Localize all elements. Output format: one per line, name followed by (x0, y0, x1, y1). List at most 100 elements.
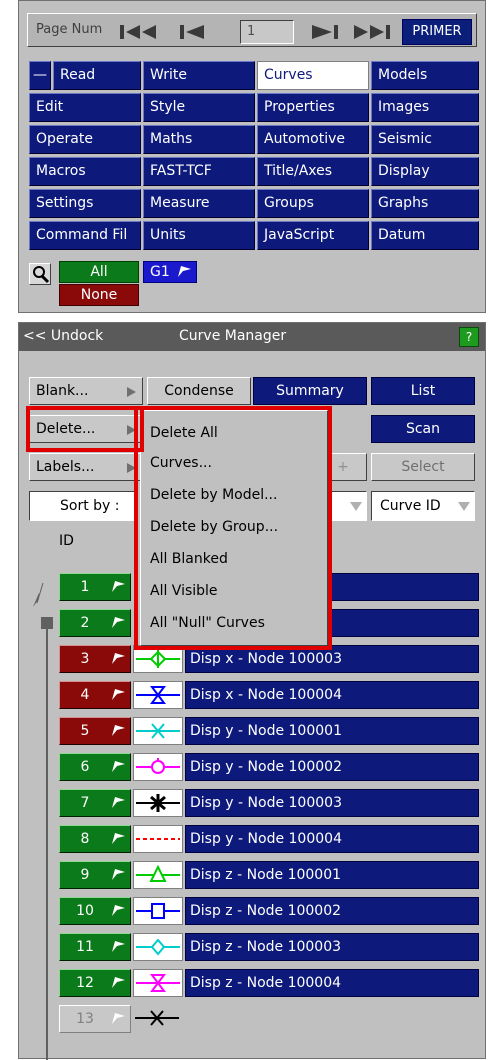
curve-name[interactable]: Disp z - Node 100001 (185, 861, 479, 889)
next-page-icon[interactable] (308, 23, 344, 41)
curve-id: 9 (80, 867, 90, 883)
curve-name[interactable]: Disp z - Node 100003 (185, 933, 479, 961)
curve-style-swatch[interactable] (133, 897, 183, 925)
flag-icon (112, 617, 125, 628)
group-g1-button[interactable]: G1 (143, 261, 197, 283)
first-page-icon[interactable] (118, 23, 164, 41)
curve-name[interactable]: Disp y - Node 100002 (185, 753, 479, 781)
curve-row[interactable]: 10 Disp z - Node 100002 (59, 897, 479, 925)
menu-javascript[interactable]: JavaScript (257, 221, 369, 250)
sort-by-label: Sort by : (29, 491, 137, 521)
menu-graphs[interactable]: Graphs (371, 189, 479, 218)
curve-name[interactable]: Disp y - Node 100001 (185, 717, 479, 745)
curve-id-button[interactable]: 10 (59, 897, 131, 925)
curve-name[interactable]: Disp z - Node 100004 (185, 969, 479, 997)
undock-button[interactable]: << Undock (23, 328, 103, 344)
curve-id-button[interactable]: 8 (59, 825, 131, 853)
curve-style-swatch[interactable] (133, 861, 183, 889)
flag-icon (112, 761, 125, 772)
menu-collapse-button[interactable]: — (29, 61, 51, 90)
curve-name[interactable]: Disp z - Node 100002 (185, 897, 479, 925)
curve-row[interactable]: 8 Disp y - Node 100004 (59, 825, 479, 853)
curve-style-swatch[interactable] (133, 753, 183, 781)
curve-id: 8 (80, 831, 90, 847)
curve-id-button[interactable]: 11 (59, 933, 131, 961)
curve-row[interactable]: 9 Disp z - Node 100001 (59, 861, 479, 889)
group-all-button[interactable]: All (59, 261, 139, 283)
curve-row[interactable]: 12 Disp z - Node 100004 (59, 969, 479, 997)
menu-edit[interactable]: Edit (29, 93, 141, 122)
condense-button[interactable]: Condense (147, 377, 251, 405)
search-icon[interactable] (29, 263, 51, 285)
curve-row[interactable]: 4 Disp x - Node 100004 (59, 681, 479, 709)
curve-id-button[interactable]: 4 (59, 681, 131, 709)
curve-style-swatch[interactable] (133, 825, 183, 853)
menu-macros[interactable]: Macros (29, 157, 141, 186)
curve-style-swatch[interactable] (133, 1005, 183, 1033)
curve-id-button[interactable]: 5 (59, 717, 131, 745)
menu-display[interactable]: Display (371, 157, 479, 186)
curve-style-swatch[interactable] (133, 933, 183, 961)
curve-style-swatch[interactable] (133, 789, 183, 817)
menu-read[interactable]: Read (53, 61, 141, 90)
curve-id-button[interactable]: 1 (59, 573, 131, 601)
curve-id-button[interactable]: 9 (59, 861, 131, 889)
menu-units[interactable]: Units (143, 221, 255, 250)
curve-style-swatch[interactable] (133, 681, 183, 709)
menu-write[interactable]: Write (143, 61, 255, 90)
curve-id: 7 (80, 795, 90, 811)
menu-curves[interactable]: Curves (257, 61, 369, 90)
group-none-button[interactable]: None (59, 284, 139, 306)
id-column-header: ID (59, 533, 74, 549)
list-button[interactable]: List (371, 377, 475, 405)
menu-datum[interactable]: Datum (371, 221, 479, 250)
previous-page-icon[interactable] (178, 23, 214, 41)
curve-id-button[interactable]: 7 (59, 789, 131, 817)
curve-name[interactable]: Disp x - Node 100004 (185, 681, 479, 709)
menu-groups[interactable]: Groups (257, 189, 369, 218)
curve-id-button[interactable]: 2 (59, 609, 131, 637)
curve-manager-titlebar: << Undock Curve Manager ? (19, 323, 485, 351)
last-page-icon[interactable] (350, 23, 396, 41)
curve-name[interactable]: Disp y - Node 100004 (185, 825, 479, 853)
curve-style-swatch[interactable] (133, 969, 183, 997)
curve-id-button[interactable]: 3 (59, 645, 131, 673)
curve-style-swatch[interactable] (133, 717, 183, 745)
curve-name[interactable]: Disp y - Node 100003 (185, 789, 479, 817)
group-g1-label: G1 (150, 264, 170, 280)
page-number-input[interactable]: 1 (240, 20, 294, 44)
scan-button[interactable]: Scan (371, 415, 475, 443)
menu-title-axes[interactable]: Title/Axes (257, 157, 369, 186)
primer-button[interactable]: PRIMER (402, 19, 472, 45)
sort-order-dropdown[interactable]: Curve ID (371, 491, 475, 521)
curve-row[interactable]: 11 Disp z - Node 100003 (59, 933, 479, 961)
curve-id-button[interactable]: 13 (59, 1005, 131, 1033)
menu-properties[interactable]: Properties (257, 93, 369, 122)
curve-id-button[interactable]: 12 (59, 969, 131, 997)
menu-measure[interactable]: Measure (143, 189, 255, 218)
menu-fast-tcf[interactable]: FAST-TCF (143, 157, 255, 186)
blank-button[interactable]: Blank... (29, 377, 143, 405)
menu-seismic[interactable]: Seismic (371, 125, 479, 154)
menu-style[interactable]: Style (143, 93, 255, 122)
flag-icon (112, 689, 125, 700)
labels-button[interactable]: Labels... (29, 453, 143, 481)
menu-settings[interactable]: Settings (29, 189, 141, 218)
sort-field-dropdown[interactable] (331, 491, 367, 521)
curve-id-button[interactable]: 6 (59, 753, 131, 781)
curve-row[interactable]: 7 Disp y - Node 100003 (59, 789, 479, 817)
menu-command-file[interactable]: Command Fil (29, 221, 141, 250)
page-num-label: Page Num (36, 22, 103, 37)
curve-row[interactable]: 13 (59, 1005, 479, 1033)
help-button[interactable]: ? (459, 327, 479, 347)
menu-operate[interactable]: Operate (29, 125, 141, 154)
menu-models[interactable]: Models (371, 61, 479, 90)
menu-images[interactable]: Images (371, 93, 479, 122)
summary-button[interactable]: Summary (253, 377, 367, 405)
menu-automotive[interactable]: Automotive (257, 125, 369, 154)
curve-id: 6 (80, 759, 90, 775)
curve-row[interactable]: 6 Disp y - Node 100002 (59, 753, 479, 781)
curve-row[interactable]: 5 Disp y - Node 100001 (59, 717, 479, 745)
menu-maths[interactable]: Maths (143, 125, 255, 154)
select-button[interactable]: Select (371, 453, 475, 481)
